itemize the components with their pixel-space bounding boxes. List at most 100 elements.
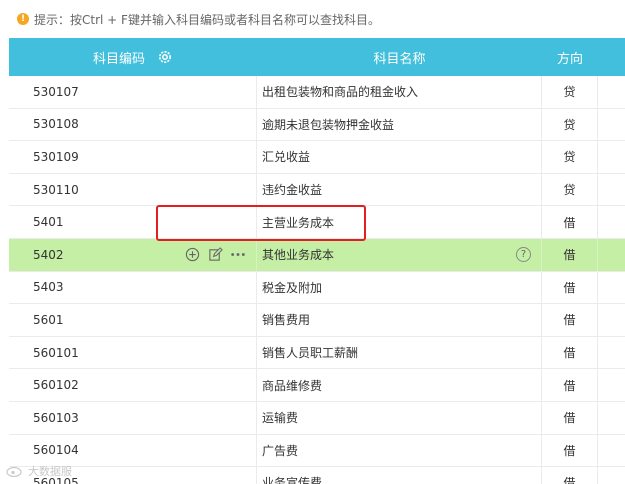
direction-cell: 借 xyxy=(542,434,598,467)
direction-cell: 贷 xyxy=(542,141,598,173)
subject-table: 科目编码 科目名称 方向 530107 出租包装物和商品的租金收入贷 530108 逾… xyxy=(9,38,625,484)
name-text: 逾期未退包装物押金收益 xyxy=(262,117,395,132)
code-text: 530108 xyxy=(33,117,79,132)
code-text: 5403 xyxy=(33,280,64,295)
extra-cell xyxy=(598,206,625,238)
tip-bar: ! 提示：按Ctrl + F键并输入科目编码或者科目名称可以查找科目。 xyxy=(0,0,625,38)
direction-text: 贷 xyxy=(563,150,576,165)
direction-cell: 借 xyxy=(542,238,598,271)
code-cell: 530110 xyxy=(9,173,257,206)
extra-cell xyxy=(598,76,625,108)
code-text: 530109 xyxy=(33,149,79,164)
direction-text: 借 xyxy=(563,443,576,458)
name-cell: 销售费用 xyxy=(257,304,542,336)
direction-text: 借 xyxy=(563,346,576,361)
extra-cell xyxy=(598,467,625,484)
code-cell: 560104 xyxy=(9,434,257,467)
code-text: 530107 xyxy=(33,84,79,99)
direction-cell: 贷 xyxy=(542,173,598,206)
name-cell: 主营业务成本 xyxy=(257,206,542,238)
direction-cell: 借 xyxy=(542,206,598,238)
table-row[interactable]: 560101 销售人员职工薪酬 借 xyxy=(9,336,625,370)
table-row[interactable]: 560102 商品维修费 借 xyxy=(9,369,625,402)
watermark: 大数据服 xyxy=(6,463,72,479)
extra-cell xyxy=(598,239,625,271)
direction-text: 借 xyxy=(563,378,576,393)
table-row[interactable]: 560103 运输费 借 xyxy=(9,401,625,435)
extra-cell xyxy=(598,402,625,434)
extra-cell xyxy=(598,435,625,467)
direction-cell: 借 xyxy=(542,304,598,336)
name-cell: 商品维修费 xyxy=(257,369,542,401)
more-icon[interactable] xyxy=(230,247,246,263)
direction-text: 借 xyxy=(563,215,576,230)
name-cell: 逾期未退包装物押金收益 xyxy=(257,108,542,141)
table-row[interactable]: 530109 汇兑收益 贷 xyxy=(9,141,625,174)
name-cell: 违约金收益 xyxy=(257,173,542,206)
direction-cell: 借 xyxy=(542,369,598,401)
table-row[interactable]: 530107 出租包装物和商品的租金收入 贷 xyxy=(9,76,625,109)
table-row[interactable]: 560104 广告费 借 xyxy=(9,434,625,468)
table-row[interactable]: 530110 违约金收益 贷 xyxy=(9,173,625,207)
direction-text: 借 xyxy=(563,411,576,426)
name-text: 业务宣传费 xyxy=(262,476,323,484)
name-text: 汇兑收益 xyxy=(262,150,311,165)
header-code-label: 科目编码 xyxy=(92,51,145,67)
name-cell: 汇兑收益 xyxy=(257,141,542,173)
code-text: 530110 xyxy=(33,182,79,197)
extra-cell xyxy=(598,174,625,206)
gear-icon[interactable] xyxy=(157,49,173,65)
code-cell: 560103 xyxy=(9,401,257,434)
name-cell: 销售人员职工薪酬 xyxy=(257,336,542,369)
extra-cell xyxy=(598,304,625,336)
code-text: 560103 xyxy=(33,410,79,425)
table-row[interactable]: 5403 税金及附加 借 xyxy=(9,271,625,305)
direction-text: 贷 xyxy=(563,183,576,198)
header-direction-label: 方向 xyxy=(556,51,583,67)
direction-cell: 借 xyxy=(542,271,598,304)
code-cell: 530107 xyxy=(9,76,257,108)
direction-cell: 借 xyxy=(542,336,598,369)
name-cell: 其他业务成本? xyxy=(257,238,542,271)
code-text: 560101 xyxy=(33,345,79,360)
extra-cell xyxy=(598,141,625,173)
code-text: 5401 xyxy=(33,215,64,230)
table-row[interactable]: 5601 销售费用 借 xyxy=(9,304,625,337)
direction-cell: 借 xyxy=(542,467,598,484)
name-text: 广告费 xyxy=(262,443,299,458)
table-body: 530107 出租包装物和商品的租金收入贷 530108 逾期未退包装物押金收益贷 53… xyxy=(9,76,625,484)
direction-text: 借 xyxy=(563,476,576,484)
extra-cell xyxy=(598,369,625,401)
code-text: 5601 xyxy=(33,312,64,327)
table-row[interactable]: 530108 逾期未退包装物押金收益 贷 xyxy=(9,108,625,142)
direction-cell: 贷 xyxy=(542,76,598,108)
edit-icon[interactable] xyxy=(207,247,223,263)
help-icon[interactable]: ? xyxy=(516,247,531,263)
direction-cell: 借 xyxy=(542,401,598,434)
direction-text: 贷 xyxy=(563,85,576,100)
direction-text: 借 xyxy=(563,280,576,295)
table-row[interactable]: 560105 业务宣传费借 xyxy=(9,467,625,484)
header-name-label: 科目名称 xyxy=(373,51,426,67)
add-icon[interactable] xyxy=(184,247,200,263)
table-header: 科目编码 科目名称 方向 xyxy=(9,38,625,76)
name-cell: 运输费 xyxy=(257,401,542,434)
name-cell: 业务宣传费 xyxy=(257,467,542,484)
weibo-icon xyxy=(6,466,22,477)
code-cell: 560102 xyxy=(9,369,257,401)
direction-text: 贷 xyxy=(563,117,576,132)
extra-cell xyxy=(598,109,625,141)
name-text: 违约金收益 xyxy=(262,183,323,198)
direction-text: 借 xyxy=(563,248,576,263)
warning-icon: ! xyxy=(17,13,29,25)
header-direction-cell: 方向 xyxy=(542,38,598,76)
table-row[interactable]: 5401 主营业务成本 借 xyxy=(9,206,625,239)
code-text: 560104 xyxy=(33,443,79,458)
table-row[interactable]: 5402 其他业务成本? 借 xyxy=(9,238,625,272)
direction-text: 借 xyxy=(563,313,576,328)
header-extra-cell xyxy=(598,38,625,76)
name-cell: 税金及附加 xyxy=(257,271,542,304)
code-cell: 530108 xyxy=(9,108,257,141)
name-cell: 出租包装物和商品的租金收入 xyxy=(257,76,542,108)
row-actions xyxy=(184,239,246,271)
